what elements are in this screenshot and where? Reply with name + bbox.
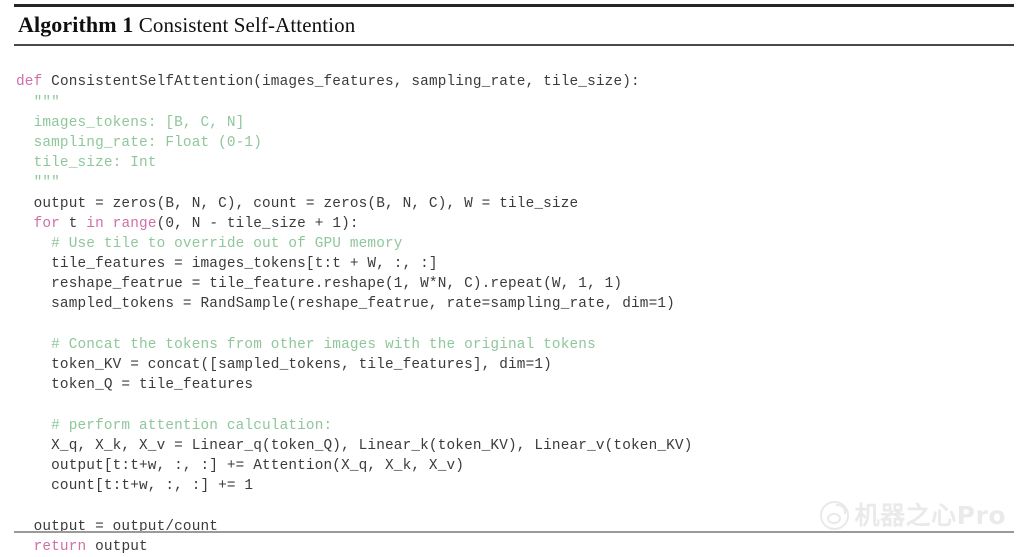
rule-under-title <box>14 44 1014 46</box>
code-line: def ConsistentSelfAttention(images_featu… <box>16 72 1016 92</box>
code-token-plain: token_Q = tile_features <box>16 377 254 394</box>
algorithm-figure: Algorithm 1 Consistent Self-Attention de… <box>0 0 1024 555</box>
algorithm-code-block: def ConsistentSelfAttention(images_featu… <box>16 72 1016 554</box>
code-token-comment: # Use tile to override out of GPU memory <box>16 235 403 252</box>
code-token-plain: output[t:t+w, :, :] += Attention(X_q, X_… <box>16 457 465 474</box>
code-line: """ <box>16 93 1016 113</box>
code-token-plain: count[t:t+w, :, :] += 1 <box>16 478 254 495</box>
code-token-doc: """ <box>16 175 60 192</box>
rule-top <box>14 4 1014 7</box>
code-line: return output <box>16 537 1016 557</box>
code-token-plain: t <box>59 215 87 232</box>
code-token-plain: output <box>86 538 148 555</box>
code-line: token_KV = concat([sampled_tokens, tile_… <box>16 355 1016 375</box>
code-line: tile_size: Int <box>16 153 1016 173</box>
code-line: output[t:t+w, :, :] += Attention(X_q, X_… <box>16 456 1016 476</box>
code-token-plain: X_q, X_k, X_v = Linear_q(token_Q), Linea… <box>16 437 693 454</box>
code-line: reshape_featrue = tile_feature.reshape(1… <box>16 274 1016 294</box>
code-token-comment: # perform attention calculation: <box>16 417 333 434</box>
code-token-doc: sampling_rate: Float (0-1) <box>16 134 263 151</box>
code-token-plain: reshape_featrue = tile_feature.reshape(1… <box>16 276 623 293</box>
code-token-plain: ConsistentSelfAttention(images_features,… <box>51 74 640 91</box>
algorithm-label: Algorithm 1 <box>18 12 134 37</box>
code-line: """ <box>16 173 1016 193</box>
code-token-plain: token_KV = concat([sampled_tokens, tile_… <box>16 357 552 374</box>
code-line: tile_features = images_tokens[t:t + W, :… <box>16 254 1016 274</box>
rule-bottom <box>14 531 1014 533</box>
code-line: X_q, X_k, X_v = Linear_q(token_Q), Linea… <box>16 436 1016 456</box>
code-line: sampled_tokens = RandSample(reshape_feat… <box>16 294 1016 314</box>
code-token-plain: output = zeros(B, N, C), count = zeros(B… <box>16 195 579 212</box>
code-token-kw: return <box>33 538 87 555</box>
code-line: count[t:t+w, :, :] += 1 <box>16 476 1016 496</box>
code-line: # perform attention calculation: <box>16 416 1016 436</box>
code-line: for t in range(0, N - tile_size + 1): <box>16 214 1016 234</box>
code-line: # Use tile to override out of GPU memory <box>16 234 1016 254</box>
code-token-doc: tile_size: Int <box>16 155 157 172</box>
page-title: Algorithm 1 Consistent Self-Attention <box>18 8 1014 42</box>
code-line: output = zeros(B, N, C), count = zeros(B… <box>16 194 1016 214</box>
code-line: # Concat the tokens from other images wi… <box>16 335 1016 355</box>
code-token-kw: in <box>86 215 104 232</box>
code-line: sampling_rate: Float (0-1) <box>16 133 1016 153</box>
code-token-kw: def <box>16 74 52 91</box>
code-line: images_tokens: [B, C, N] <box>16 113 1016 133</box>
code-line: token_Q = tile_features <box>16 375 1016 395</box>
code-token-plain: tile_features = images_tokens[t:t + W, :… <box>16 256 438 273</box>
code-line: output = output/count <box>16 517 1016 537</box>
code-token-plain: (0, N - tile_size + 1): <box>156 215 359 232</box>
code-token-comment: # Concat the tokens from other images wi… <box>16 336 596 353</box>
code-token-kw: range <box>112 215 157 232</box>
code-token-doc: """ <box>16 94 60 111</box>
code-token-kw: for <box>33 215 60 232</box>
code-token-plain: sampled_tokens = RandSample(reshape_feat… <box>16 296 675 313</box>
code-token-doc: images_tokens: [B, C, N] <box>16 114 245 131</box>
algorithm-name: Consistent Self-Attention <box>138 13 356 37</box>
